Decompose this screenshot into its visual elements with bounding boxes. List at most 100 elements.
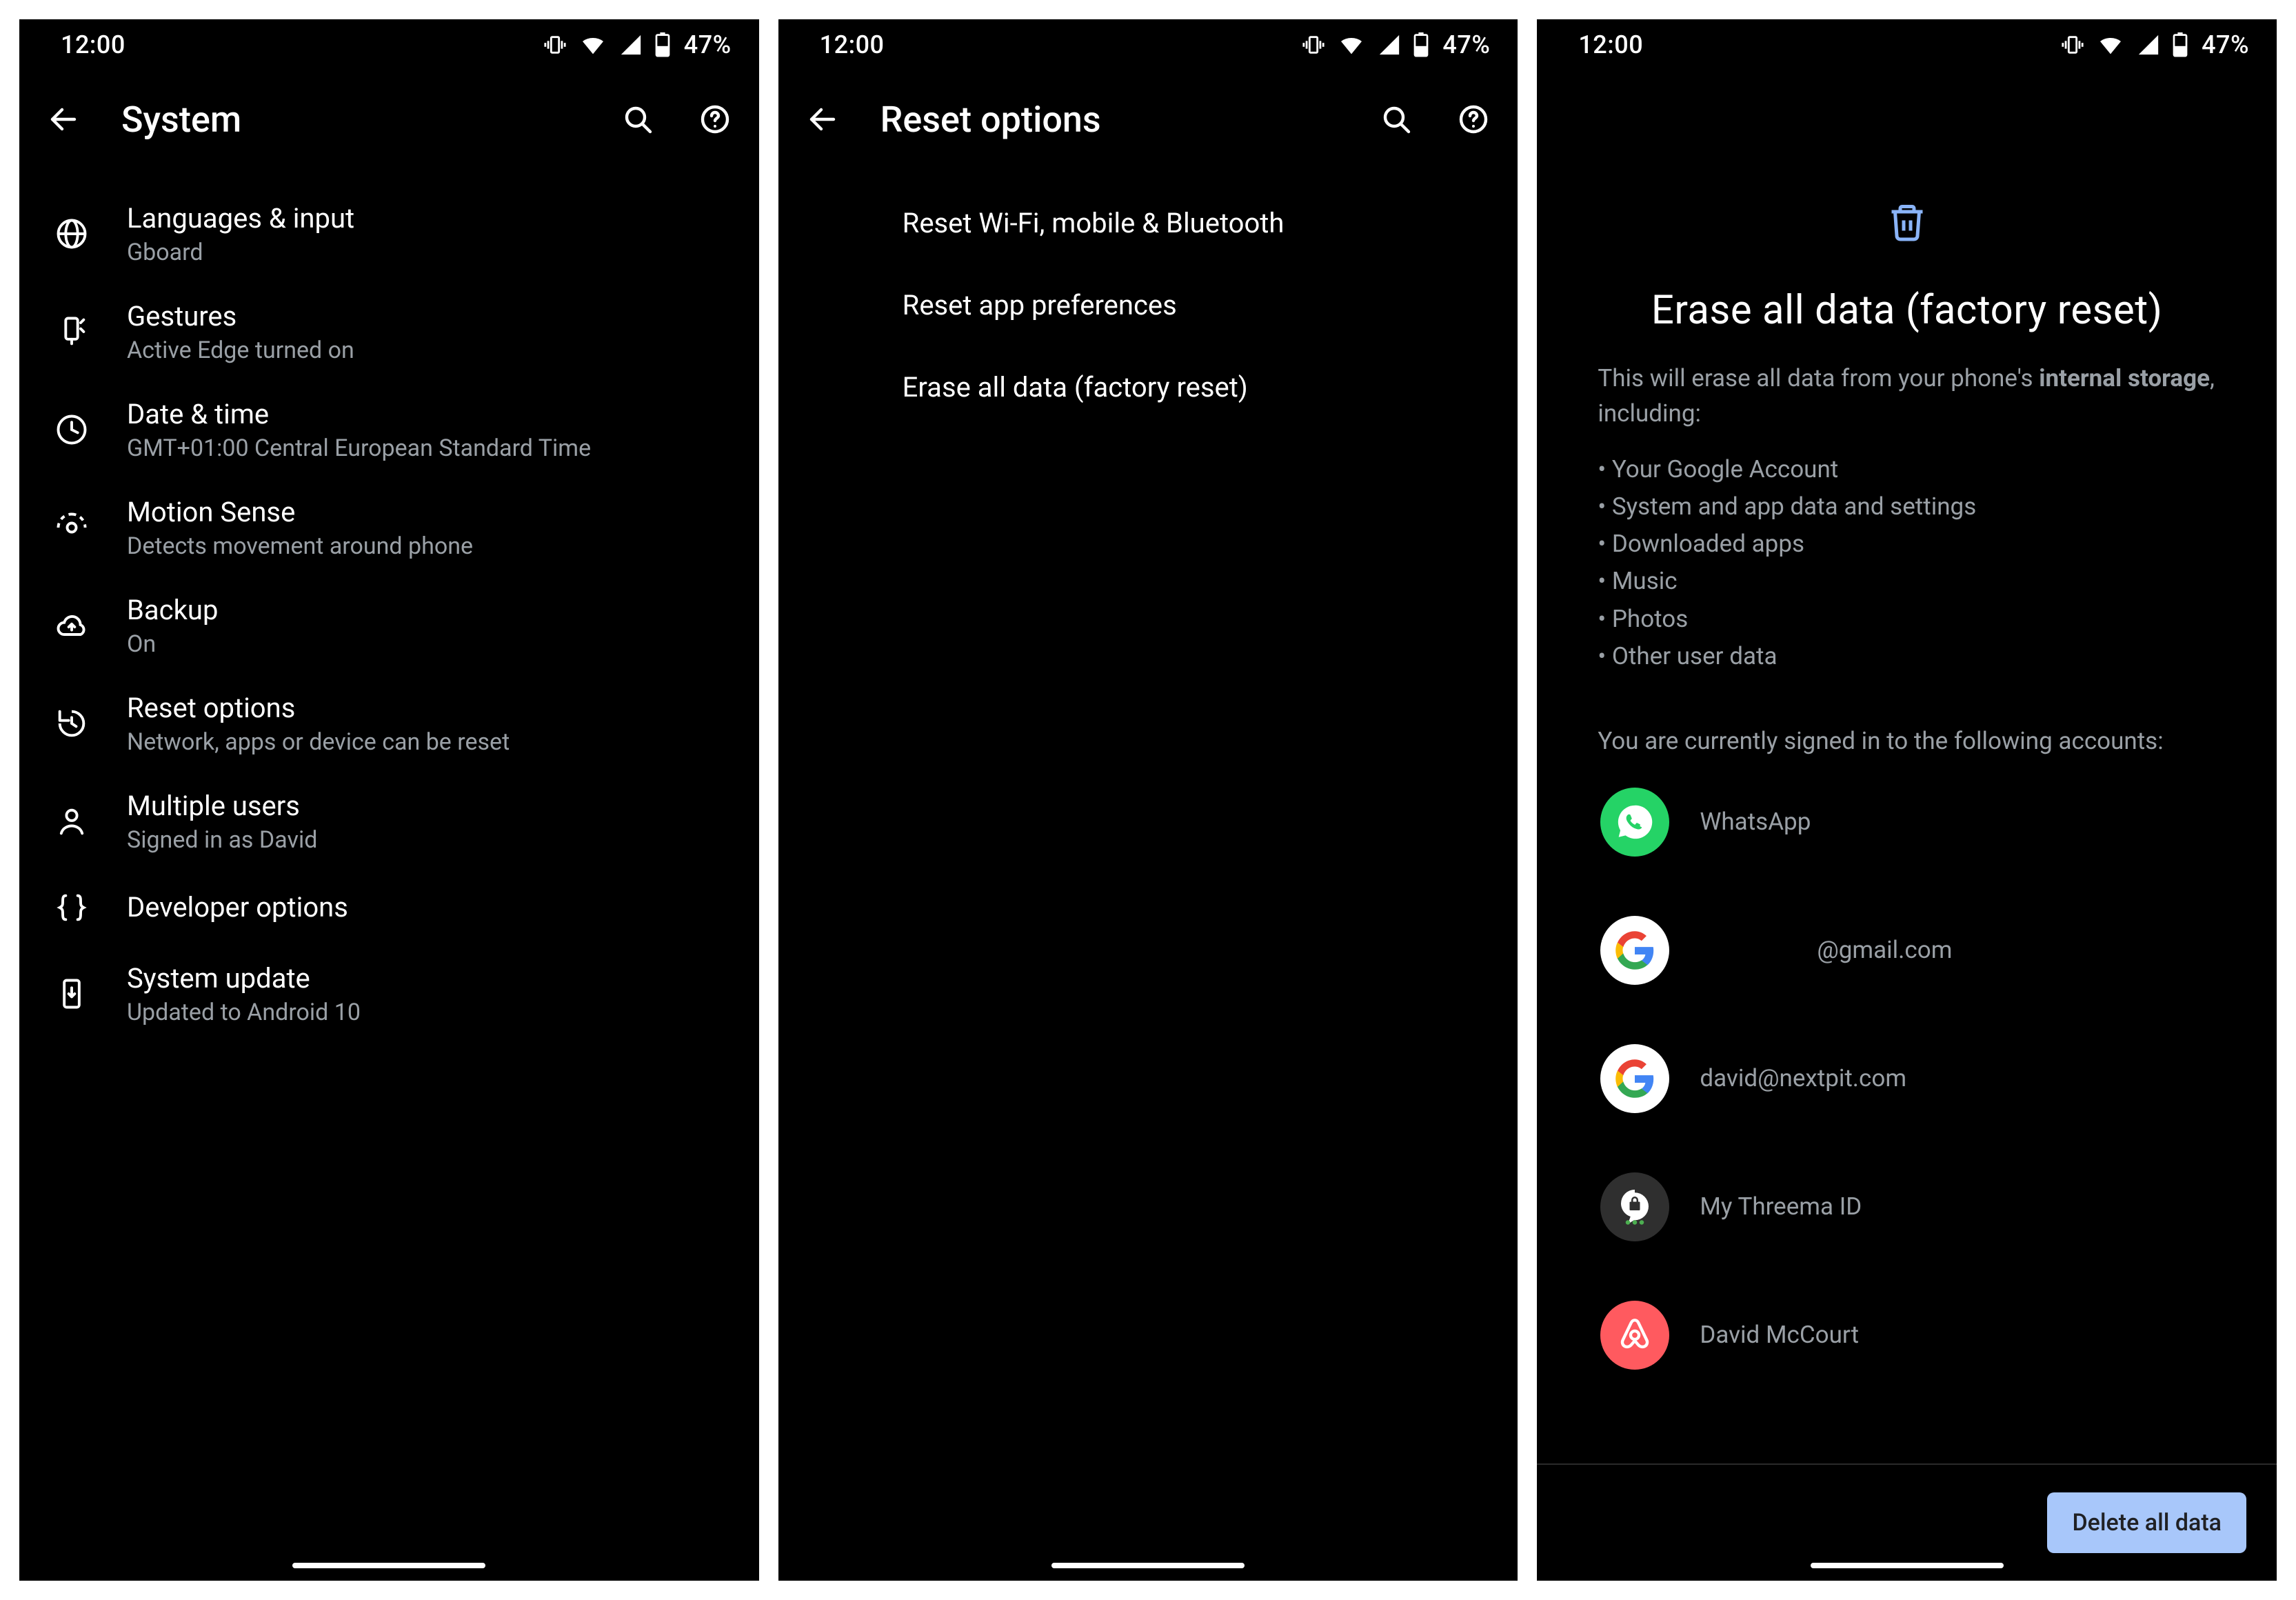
battery-percent: 47% — [684, 30, 732, 59]
accounts-list: WhatsApp @gmail.com david@nextpit.com My… — [1598, 788, 2216, 1370]
page-title: Erase all data (factory reset) — [1598, 287, 2216, 334]
setting-label: Gestures — [127, 299, 721, 334]
status-bar: 12:00 47% — [778, 19, 1518, 70]
status-bar: 12:00 47% — [19, 19, 759, 70]
cloud-icon — [44, 608, 127, 643]
screen-erase-all-data: 12:00 47% Erase all data (factory reset) — [1537, 19, 2277, 1581]
account-name: david@nextpit.com — [1700, 1064, 1906, 1092]
setting-multiple-users[interactable]: Multiple users Signed in as David — [19, 772, 759, 870]
wifi-icon — [1338, 31, 1365, 59]
status-time: 12:00 — [1578, 30, 1643, 59]
whatsapp-icon — [1600, 788, 1669, 857]
reset-app-preferences[interactable]: Reset app preferences — [778, 264, 1518, 346]
setting-sub: GMT+01:00 Central European Standard Time — [127, 434, 721, 462]
erase-bullets: Your Google Account System and app data … — [1598, 451, 2216, 676]
clock-icon — [44, 412, 127, 448]
setting-label: Backup — [127, 593, 721, 628]
status-icons: 47% — [543, 30, 732, 59]
signed-in-text: You are currently signed in to the follo… — [1598, 723, 2216, 760]
nav-handle[interactable] — [292, 1563, 485, 1568]
search-button[interactable] — [1377, 100, 1416, 139]
signal-icon — [619, 33, 643, 57]
account-airbnb[interactable]: David McCourt — [1600, 1301, 2216, 1370]
setting-motion-sense[interactable]: Motion Sense Detects movement around pho… — [19, 479, 759, 577]
vibrate-icon — [543, 33, 567, 57]
nav-handle[interactable] — [1811, 1563, 2004, 1568]
wifi-icon — [579, 31, 607, 59]
setting-system-update[interactable]: System update Updated to Android 10 — [19, 945, 759, 1043]
globe-icon — [44, 216, 127, 252]
setting-sub: On — [127, 630, 721, 658]
erase-body: Erase all data (factory reset) This will… — [1537, 70, 2277, 1370]
account-name: @gmail.com — [1700, 936, 1952, 964]
account-google-1[interactable]: @gmail.com — [1600, 916, 2216, 985]
account-whatsapp[interactable]: WhatsApp — [1600, 788, 2216, 857]
setting-reset-options[interactable]: Reset options Network, apps or device ca… — [19, 674, 759, 772]
trash-icon — [1886, 201, 1928, 246]
bullet: Music — [1598, 563, 2216, 600]
erase-description: This will erase all data from your phone… — [1598, 361, 2216, 432]
bullet: Photos — [1598, 601, 2216, 638]
battery-icon — [1413, 32, 1429, 57]
setting-backup[interactable]: Backup On — [19, 577, 759, 674]
screen-reset-options: 12:00 47% Reset options — [778, 19, 1518, 1581]
setting-label: System update — [127, 961, 721, 996]
google-icon — [1600, 1044, 1669, 1113]
account-threema[interactable]: My Threema ID — [1600, 1172, 2216, 1241]
nav-handle[interactable] — [1051, 1563, 1245, 1568]
update-icon — [44, 976, 127, 1012]
account-name: WhatsApp — [1700, 808, 1811, 836]
setting-label: Motion Sense — [127, 495, 721, 530]
page-title: System — [121, 99, 580, 141]
setting-label: Reset options — [127, 691, 721, 726]
setting-languages-input[interactable]: Languages & input Gboard — [19, 185, 759, 283]
signal-icon — [1378, 33, 1401, 57]
user-icon — [44, 803, 127, 839]
signal-icon — [2137, 33, 2160, 57]
bullet: Your Google Account — [1598, 451, 2216, 488]
erase-all-data[interactable]: Erase all data (factory reset) — [778, 346, 1518, 428]
header: System — [19, 70, 759, 168]
search-button[interactable] — [618, 100, 657, 139]
bullet: System and app data and settings — [1598, 488, 2216, 526]
help-button[interactable] — [1454, 100, 1493, 139]
setting-sub: Detects movement around phone — [127, 532, 721, 560]
wifi-icon — [2097, 31, 2124, 59]
setting-sub: Network, apps or device can be reset — [127, 728, 721, 756]
account-name: David McCourt — [1700, 1321, 1859, 1349]
reset-list: Reset Wi-Fi, mobile & Bluetooth Reset ap… — [778, 168, 1518, 428]
setting-gestures[interactable]: Gestures Active Edge turned on — [19, 283, 759, 381]
delete-all-data-button[interactable]: Delete all data — [2047, 1492, 2246, 1553]
status-time: 12:00 — [61, 30, 125, 59]
setting-sub: Active Edge turned on — [127, 337, 721, 364]
setting-date-time[interactable]: Date & time GMT+01:00 Central European S… — [19, 381, 759, 479]
setting-sub: Gboard — [127, 239, 721, 266]
settings-list: Languages & input Gboard Gestures Active… — [19, 168, 759, 1043]
setting-sub: Updated to Android 10 — [127, 999, 721, 1026]
setting-label: Date & time — [127, 397, 721, 432]
reset-wifi-mobile-bluetooth[interactable]: Reset Wi-Fi, mobile & Bluetooth — [778, 182, 1518, 264]
setting-developer-options[interactable]: Developer options — [19, 870, 759, 945]
account-name: My Threema ID — [1700, 1192, 1862, 1221]
status-time: 12:00 — [820, 30, 885, 59]
screen-system: 12:00 47% System — [19, 19, 759, 1581]
status-icons: 47% — [1302, 30, 1490, 59]
restore-icon — [44, 706, 127, 741]
google-icon — [1600, 916, 1669, 985]
bullet: Downloaded apps — [1598, 526, 2216, 563]
status-bar: 12:00 47% — [1537, 19, 2277, 70]
back-button[interactable] — [803, 100, 842, 139]
airbnb-icon — [1600, 1301, 1669, 1370]
battery-icon — [655, 32, 670, 57]
threema-icon — [1600, 1172, 1669, 1241]
back-button[interactable] — [44, 100, 83, 139]
bullet: Other user data — [1598, 638, 2216, 675]
battery-percent: 47% — [2202, 30, 2249, 59]
battery-percent: 47% — [1442, 30, 1490, 59]
setting-label: Multiple users — [127, 789, 721, 823]
help-button[interactable] — [696, 100, 734, 139]
vibrate-icon — [2061, 33, 2084, 57]
setting-label: Developer options — [127, 890, 721, 925]
account-google-2[interactable]: david@nextpit.com — [1600, 1044, 2216, 1113]
vibrate-icon — [1302, 33, 1325, 57]
